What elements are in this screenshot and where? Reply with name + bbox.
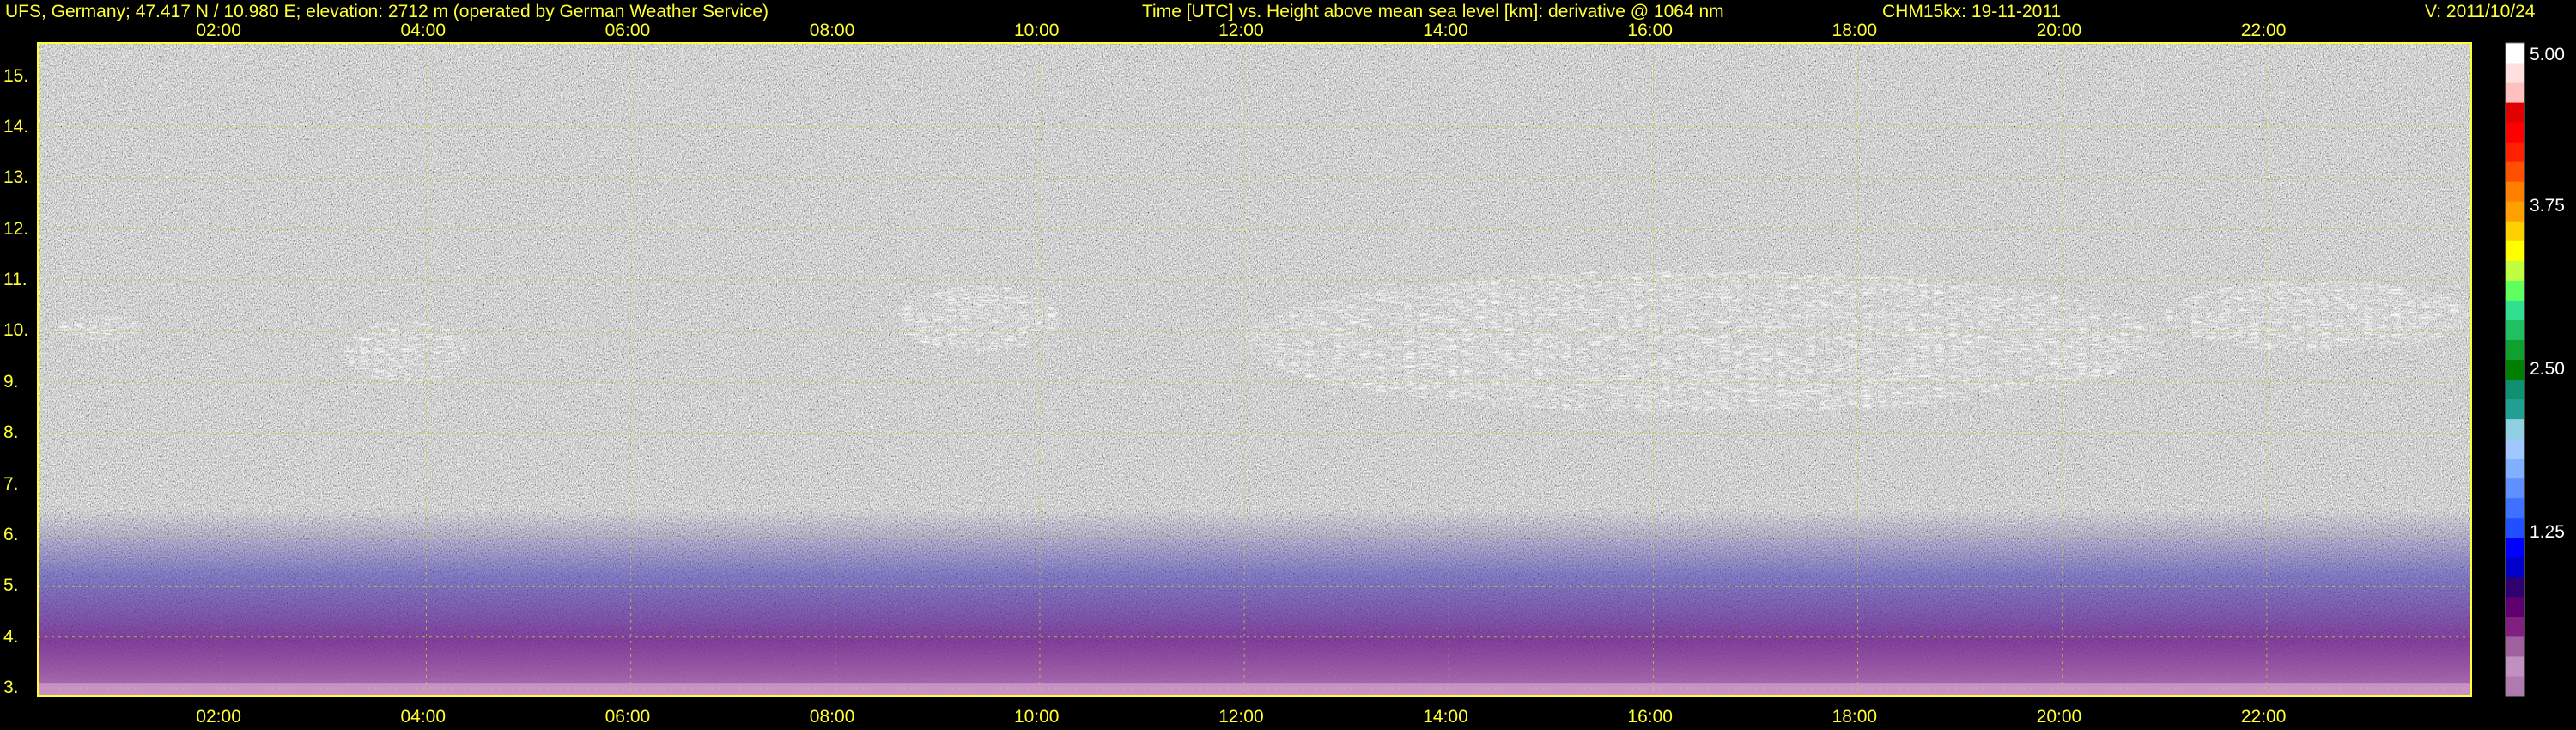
y-tick-label: 3. (3, 678, 19, 698)
colorbar-segment (2506, 63, 2524, 83)
x-tick-label-bottom: 16:00 (1627, 707, 1673, 727)
x-tick-label-bottom: 12:00 (1218, 707, 1264, 727)
colorbar-segment (2506, 557, 2524, 578)
colorbar-segment (2506, 300, 2524, 320)
x-tick-label-top: 14:00 (1423, 21, 1468, 40)
cloud-feature-cloud-patch-1 (344, 320, 468, 382)
x-tick-label-bottom: 02:00 (196, 707, 241, 727)
colorbar-segment (2506, 181, 2524, 202)
colorbar-segment (2506, 458, 2524, 479)
x-tick-label-top: 12:00 (1218, 21, 1264, 40)
colorbar-segment (2506, 201, 2524, 222)
y-tick-label: 8. (3, 423, 19, 443)
y-tick-label: 9. (3, 371, 19, 392)
y-tick-label: 14. (3, 116, 29, 137)
colorbar-segment (2506, 339, 2524, 360)
colorbar-segment (2506, 576, 2524, 598)
x-tick-label-bottom: 18:00 (1832, 707, 1878, 727)
y-tick-label: 11. (3, 270, 27, 290)
colorbar-segment (2506, 359, 2524, 380)
colorbar-tick-label: 5.00 (2530, 45, 2565, 64)
x-tick-label-bottom: 22:00 (2240, 707, 2287, 727)
cloud-feature-cloud-patch-2 (58, 315, 141, 342)
x-tick-label-top: 04:00 (400, 21, 447, 40)
colorbar-segment (2506, 675, 2524, 697)
ground-signal-band (38, 683, 2471, 696)
colorbar-segment (2506, 537, 2524, 558)
colorbar-segment (2506, 260, 2524, 281)
colorbar-segment (2506, 240, 2524, 261)
colorbar-segment (2506, 280, 2524, 301)
cloud-feature-cirrus-main (1244, 270, 2165, 413)
x-tick-label-top: 02:00 (196, 21, 241, 40)
colorbar-tick-label: 3.75 (2530, 196, 2565, 216)
y-tick-label: 7. (3, 473, 19, 494)
x-tick-label-top: 20:00 (2036, 21, 2082, 40)
colorbar-segment (2506, 102, 2524, 123)
colorbar-segment (2506, 438, 2524, 459)
colorbar-segment (2506, 221, 2524, 241)
y-tick-label: 4. (3, 626, 19, 647)
colorbar-segment (2506, 398, 2524, 420)
y-tick-label: 12. (3, 218, 29, 239)
x-tick-label-bottom: 10:00 (1013, 707, 1060, 727)
colorbar-segment (2506, 478, 2524, 499)
cloud-feature-cirrus-east (2164, 280, 2471, 352)
boundary-layer-shading (38, 509, 2471, 696)
colorbar-segment (2506, 497, 2524, 519)
colorbar-segment (2506, 418, 2524, 440)
cloud-feature-cloud-patch-3 (896, 285, 1060, 352)
colorbar-segment (2506, 142, 2524, 162)
colorbar-tick-label: 1.25 (2530, 522, 2565, 542)
y-tick-label: 10. (3, 320, 29, 341)
x-tick-label-bottom: 20:00 (2036, 707, 2082, 727)
colorbar-segment (2506, 379, 2524, 400)
colorbar-tick-label: 2.50 (2530, 359, 2565, 379)
colorbar-segment (2506, 43, 2524, 64)
colorbar-segment (2506, 161, 2524, 182)
y-tick-label: 5. (3, 575, 19, 596)
y-tick-label: 13. (3, 167, 29, 188)
ceilometer-plot (37, 42, 2525, 697)
x-tick-label-bottom: 14:00 (1423, 707, 1468, 727)
x-tick-label-top: 22:00 (2240, 21, 2287, 40)
x-tick-label-top: 08:00 (809, 21, 855, 40)
colorbar-segment (2506, 122, 2524, 143)
x-tick-label-bottom: 04:00 (400, 707, 447, 727)
colorbar-segment (2506, 655, 2524, 677)
x-tick-label-top: 10:00 (1013, 21, 1060, 40)
x-tick-label-bottom: 08:00 (809, 707, 855, 727)
x-tick-label-bottom: 06:00 (605, 707, 651, 727)
colorbar-segment (2506, 82, 2524, 103)
colorbar-segment (2506, 517, 2524, 538)
x-tick-label-top: 06:00 (605, 21, 651, 40)
x-tick-label-top: 16:00 (1627, 21, 1673, 40)
y-tick-label: 6. (3, 524, 19, 544)
colorbar-segment (2506, 596, 2524, 617)
colorbar-segment (2506, 319, 2524, 340)
x-tick-label-top: 18:00 (1832, 21, 1878, 40)
colorbar-segment (2506, 636, 2524, 657)
y-tick-label: 15. (3, 65, 29, 86)
colorbar-segment (2506, 616, 2524, 637)
